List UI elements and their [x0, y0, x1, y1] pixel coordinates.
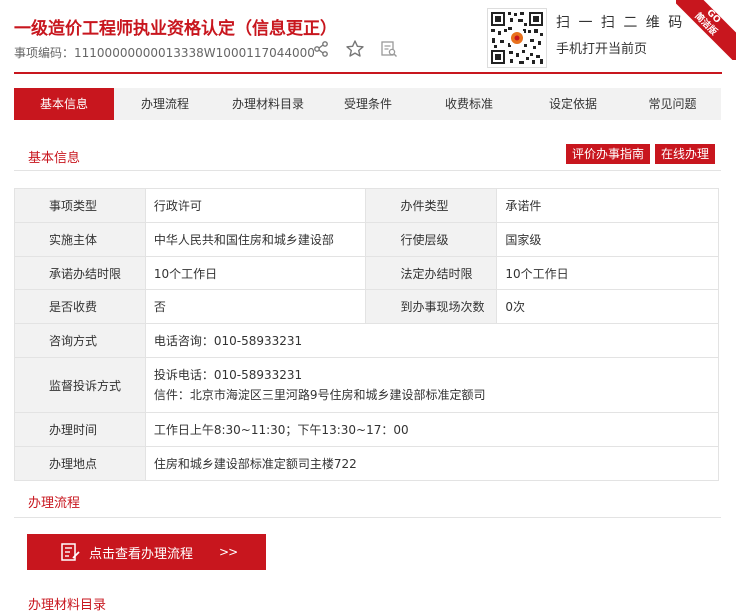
- table-row: 是否收费 否 到办事现场次数 0次: [14, 289, 719, 324]
- basic-info-divider: [14, 170, 721, 171]
- table-row: 事项类型 行政许可 办件类型 承诺件: [14, 188, 719, 223]
- header-actions: [310, 38, 400, 60]
- office-hours-value: 工作日上午8:30~11:30；下午13:30~17：00: [144, 412, 720, 447]
- item-code: 事项编码：11100000000013338W1000117044000: [14, 44, 315, 61]
- item-code-value: 11100000000013338W1000117044000: [74, 46, 315, 60]
- view-process-button[interactable]: 点击查看办理流程 >>: [27, 534, 266, 570]
- tab-basic-info[interactable]: 基本信息: [14, 88, 114, 120]
- fee-value: 否: [144, 289, 367, 324]
- fee-label: 是否收费: [14, 289, 146, 324]
- implementing-body-label: 实施主体: [14, 222, 146, 257]
- page-title: 一级造价工程师执业资格认定（信息更正）: [14, 19, 337, 39]
- office-hours-label: 办理时间: [14, 412, 146, 447]
- item-type-value: 行政许可: [144, 188, 367, 223]
- complaint-phone: 投诉电话：010-58933231: [153, 368, 303, 382]
- tab-fee-standard[interactable]: 收费标准: [416, 88, 522, 120]
- site-visits-label: 到办事现场次数: [365, 289, 498, 324]
- promised-deadline-label: 承诺办结时限: [14, 256, 146, 290]
- process-heading: 办理流程: [28, 496, 81, 511]
- share-icon[interactable]: [310, 38, 332, 60]
- table-row: 承诺办结时限 10个工作日 法定办结时限 10个工作日: [14, 256, 719, 290]
- basic-info-heading: 基本信息: [28, 151, 81, 166]
- open-on-phone-text: 手机打开当前页: [556, 42, 648, 57]
- complaint-method-value: 投诉电话：010-58933231 信件：北京市海淀区三里河路9号住房和城乡建设…: [144, 357, 720, 413]
- header: 一级造价工程师执业资格认定（信息更正） 事项编码：111000000000133…: [0, 0, 736, 72]
- case-type-label: 办件类型: [365, 188, 498, 223]
- office-address-label: 办理地点: [14, 446, 146, 481]
- tab-legal-basis[interactable]: 设定依据: [522, 88, 624, 120]
- qr-code: [487, 8, 547, 68]
- tab-faq[interactable]: 常见问题: [624, 88, 721, 120]
- exercise-level-value: 国家级: [496, 222, 719, 257]
- star-icon[interactable]: [344, 38, 366, 60]
- legal-deadline-label: 法定办结时限: [365, 256, 498, 290]
- item-type-label: 事项类型: [14, 188, 146, 223]
- table-row: 监督投诉方式 投诉电话：010-58933231 信件：北京市海淀区三里河路9号…: [14, 357, 720, 413]
- header-divider: [14, 72, 722, 74]
- table-row: 办理地点 住房和城乡建设部标准定额司主楼722: [14, 446, 720, 481]
- search-document-icon[interactable]: [378, 38, 400, 60]
- promised-deadline-value: 10个工作日: [144, 256, 367, 290]
- table-row: 咨询方式 电话咨询：010-58933231: [14, 323, 720, 358]
- site-visits-value: 0次: [496, 289, 719, 324]
- item-code-label: 事项编码：: [14, 46, 75, 60]
- view-process-label: 点击查看办理流程: [89, 546, 194, 562]
- tab-materials[interactable]: 办理材料目录: [216, 88, 320, 120]
- tab-acceptance-conditions[interactable]: 受理条件: [320, 88, 416, 120]
- office-address-value: 住房和城乡建设部标准定额司主楼722: [144, 446, 720, 481]
- basic-info-table: 事项类型 行政许可 办件类型 承诺件 实施主体 中华人民共和国住房和城乡建设部 …: [14, 188, 720, 481]
- table-row: 实施主体 中华人民共和国住房和城乡建设部 行使层级 国家级: [14, 222, 719, 257]
- double-chevron-right-icon: >>: [219, 545, 238, 559]
- simple-version-ribbon-band[interactable]: GO 简洁版: [676, 0, 736, 60]
- online-handle-button[interactable]: 在线办理: [655, 144, 716, 164]
- materials-heading: 办理材料目录: [28, 598, 107, 611]
- document-edit-icon: [59, 541, 81, 563]
- table-row: 办理时间 工作日上午8:30~11:30；下午13:30~17：00: [14, 412, 720, 447]
- consult-method-value: 电话咨询：010-58933231: [144, 323, 720, 358]
- complaint-method-label: 监督投诉方式: [14, 357, 146, 413]
- implementing-body-value: 中华人民共和国住房和城乡建设部: [144, 222, 367, 257]
- tab-bar: 基本信息 办理流程 办理材料目录 受理条件 收费标准 设定依据 常见问题: [14, 88, 721, 120]
- case-type-value: 承诺件: [496, 188, 719, 223]
- exercise-level-label: 行使层级: [365, 222, 498, 257]
- process-divider: [14, 517, 721, 518]
- simple-version-ribbon[interactable]: GO 简洁版: [676, 0, 736, 60]
- tab-process[interactable]: 办理流程: [114, 88, 216, 120]
- consult-method-label: 咨询方式: [14, 323, 146, 358]
- scan-qr-text: 扫 一 扫 二 维 码: [556, 15, 685, 31]
- legal-deadline-value: 10个工作日: [496, 256, 719, 290]
- complaint-letter: 信件：北京市海淀区三里河路9号住房和城乡建设部标准定额司: [153, 388, 486, 402]
- evaluate-guide-button[interactable]: 评价办事指南: [566, 144, 651, 164]
